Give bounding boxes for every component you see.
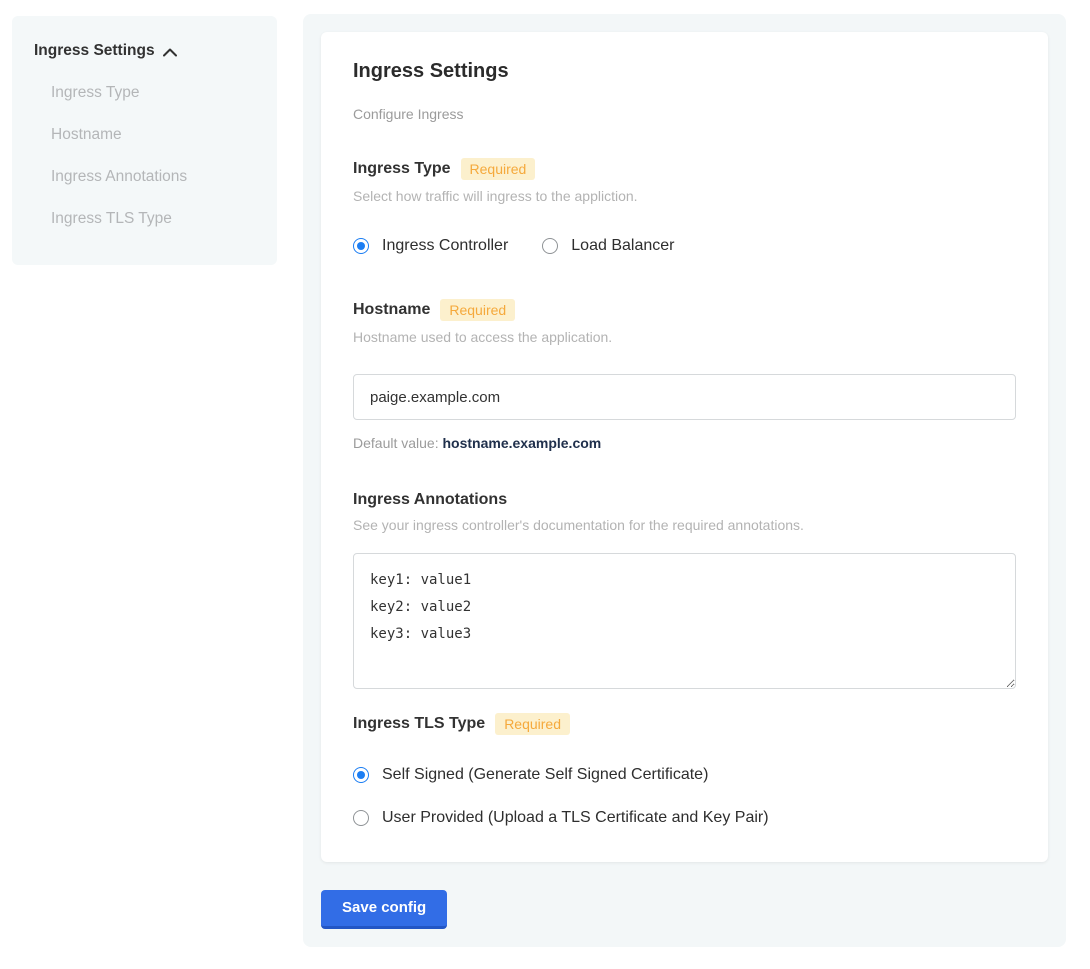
sidebar-item-hostname[interactable]: Hostname	[51, 126, 255, 144]
hostname-input[interactable]	[353, 374, 1016, 420]
page-subtitle: Configure Ingress	[353, 106, 1016, 122]
section-hostname: Hostname Required Hostname used to acces…	[353, 299, 1016, 451]
sidebar-item-ingress-type[interactable]: Ingress Type	[51, 84, 255, 102]
config-nav-sidebar: Ingress Settings Ingress Type Hostname I…	[12, 16, 277, 265]
ingress-type-title: Ingress Type	[353, 160, 451, 178]
radio-unselected-icon	[353, 810, 369, 826]
ingress-tls-type-title: Ingress TLS Type	[353, 715, 485, 733]
section-ingress-type: Ingress Type Required Select how traffic…	[353, 158, 1016, 255]
ingress-type-radio-group: Ingress Controller Load Balancer	[353, 237, 1016, 255]
radio-selected-icon	[353, 238, 369, 254]
radio-load-balancer[interactable]: Load Balancer	[542, 237, 674, 255]
ingress-annotations-title: Ingress Annotations	[353, 491, 507, 509]
hostname-help: Hostname used to access the application.	[353, 329, 1016, 345]
radio-self-signed[interactable]: Self Signed (Generate Self Signed Certif…	[353, 766, 1016, 784]
radio-user-provided[interactable]: User Provided (Upload a TLS Certificate …	[353, 809, 1016, 827]
hostname-default-line: Default value: hostname.example.com	[353, 435, 1016, 451]
radio-ingress-controller[interactable]: Ingress Controller	[353, 237, 508, 255]
hostname-default-label: Default value:	[353, 435, 439, 451]
sidebar-item-list: Ingress Type Hostname Ingress Annotation…	[34, 84, 255, 228]
sidebar-item-ingress-tls-type[interactable]: Ingress TLS Type	[51, 210, 255, 228]
sidebar-group-label: Ingress Settings	[34, 42, 155, 60]
radio-load-balancer-label: Load Balancer	[571, 237, 674, 255]
hostname-title: Hostname	[353, 301, 430, 319]
config-card: Ingress Settings Configure Ingress Ingre…	[321, 32, 1048, 862]
ingress-tls-radio-group: Self Signed (Generate Self Signed Certif…	[353, 766, 1016, 827]
ingress-annotations-textarea[interactable]: key1: value1 key2: value2 key3: value3	[353, 553, 1016, 689]
sidebar-item-ingress-annotations[interactable]: Ingress Annotations	[51, 168, 255, 186]
ingress-type-help: Select how traffic will ingress to the a…	[353, 188, 1016, 204]
radio-unselected-icon	[542, 238, 558, 254]
radio-ingress-controller-label: Ingress Controller	[382, 237, 508, 255]
page-title: Ingress Settings	[353, 60, 1016, 83]
required-badge: Required	[440, 299, 515, 321]
hostname-default-value: hostname.example.com	[443, 435, 602, 451]
required-badge: Required	[495, 713, 570, 735]
chevron-up-icon	[163, 48, 177, 57]
radio-selected-icon	[353, 767, 369, 783]
section-ingress-annotations: Ingress Annotations See your ingress con…	[353, 491, 1016, 689]
ingress-annotations-help: See your ingress controller's documentat…	[353, 517, 1016, 533]
section-ingress-tls-type: Ingress TLS Type Required Self Signed (G…	[353, 713, 1016, 827]
required-badge: Required	[461, 158, 536, 180]
radio-self-signed-label: Self Signed (Generate Self Signed Certif…	[382, 766, 708, 784]
config-panel: Ingress Settings Configure Ingress Ingre…	[303, 14, 1066, 947]
sidebar-group-ingress-settings[interactable]: Ingress Settings	[34, 42, 255, 60]
radio-user-provided-label: User Provided (Upload a TLS Certificate …	[382, 809, 769, 827]
save-config-button[interactable]: Save config	[321, 890, 447, 929]
